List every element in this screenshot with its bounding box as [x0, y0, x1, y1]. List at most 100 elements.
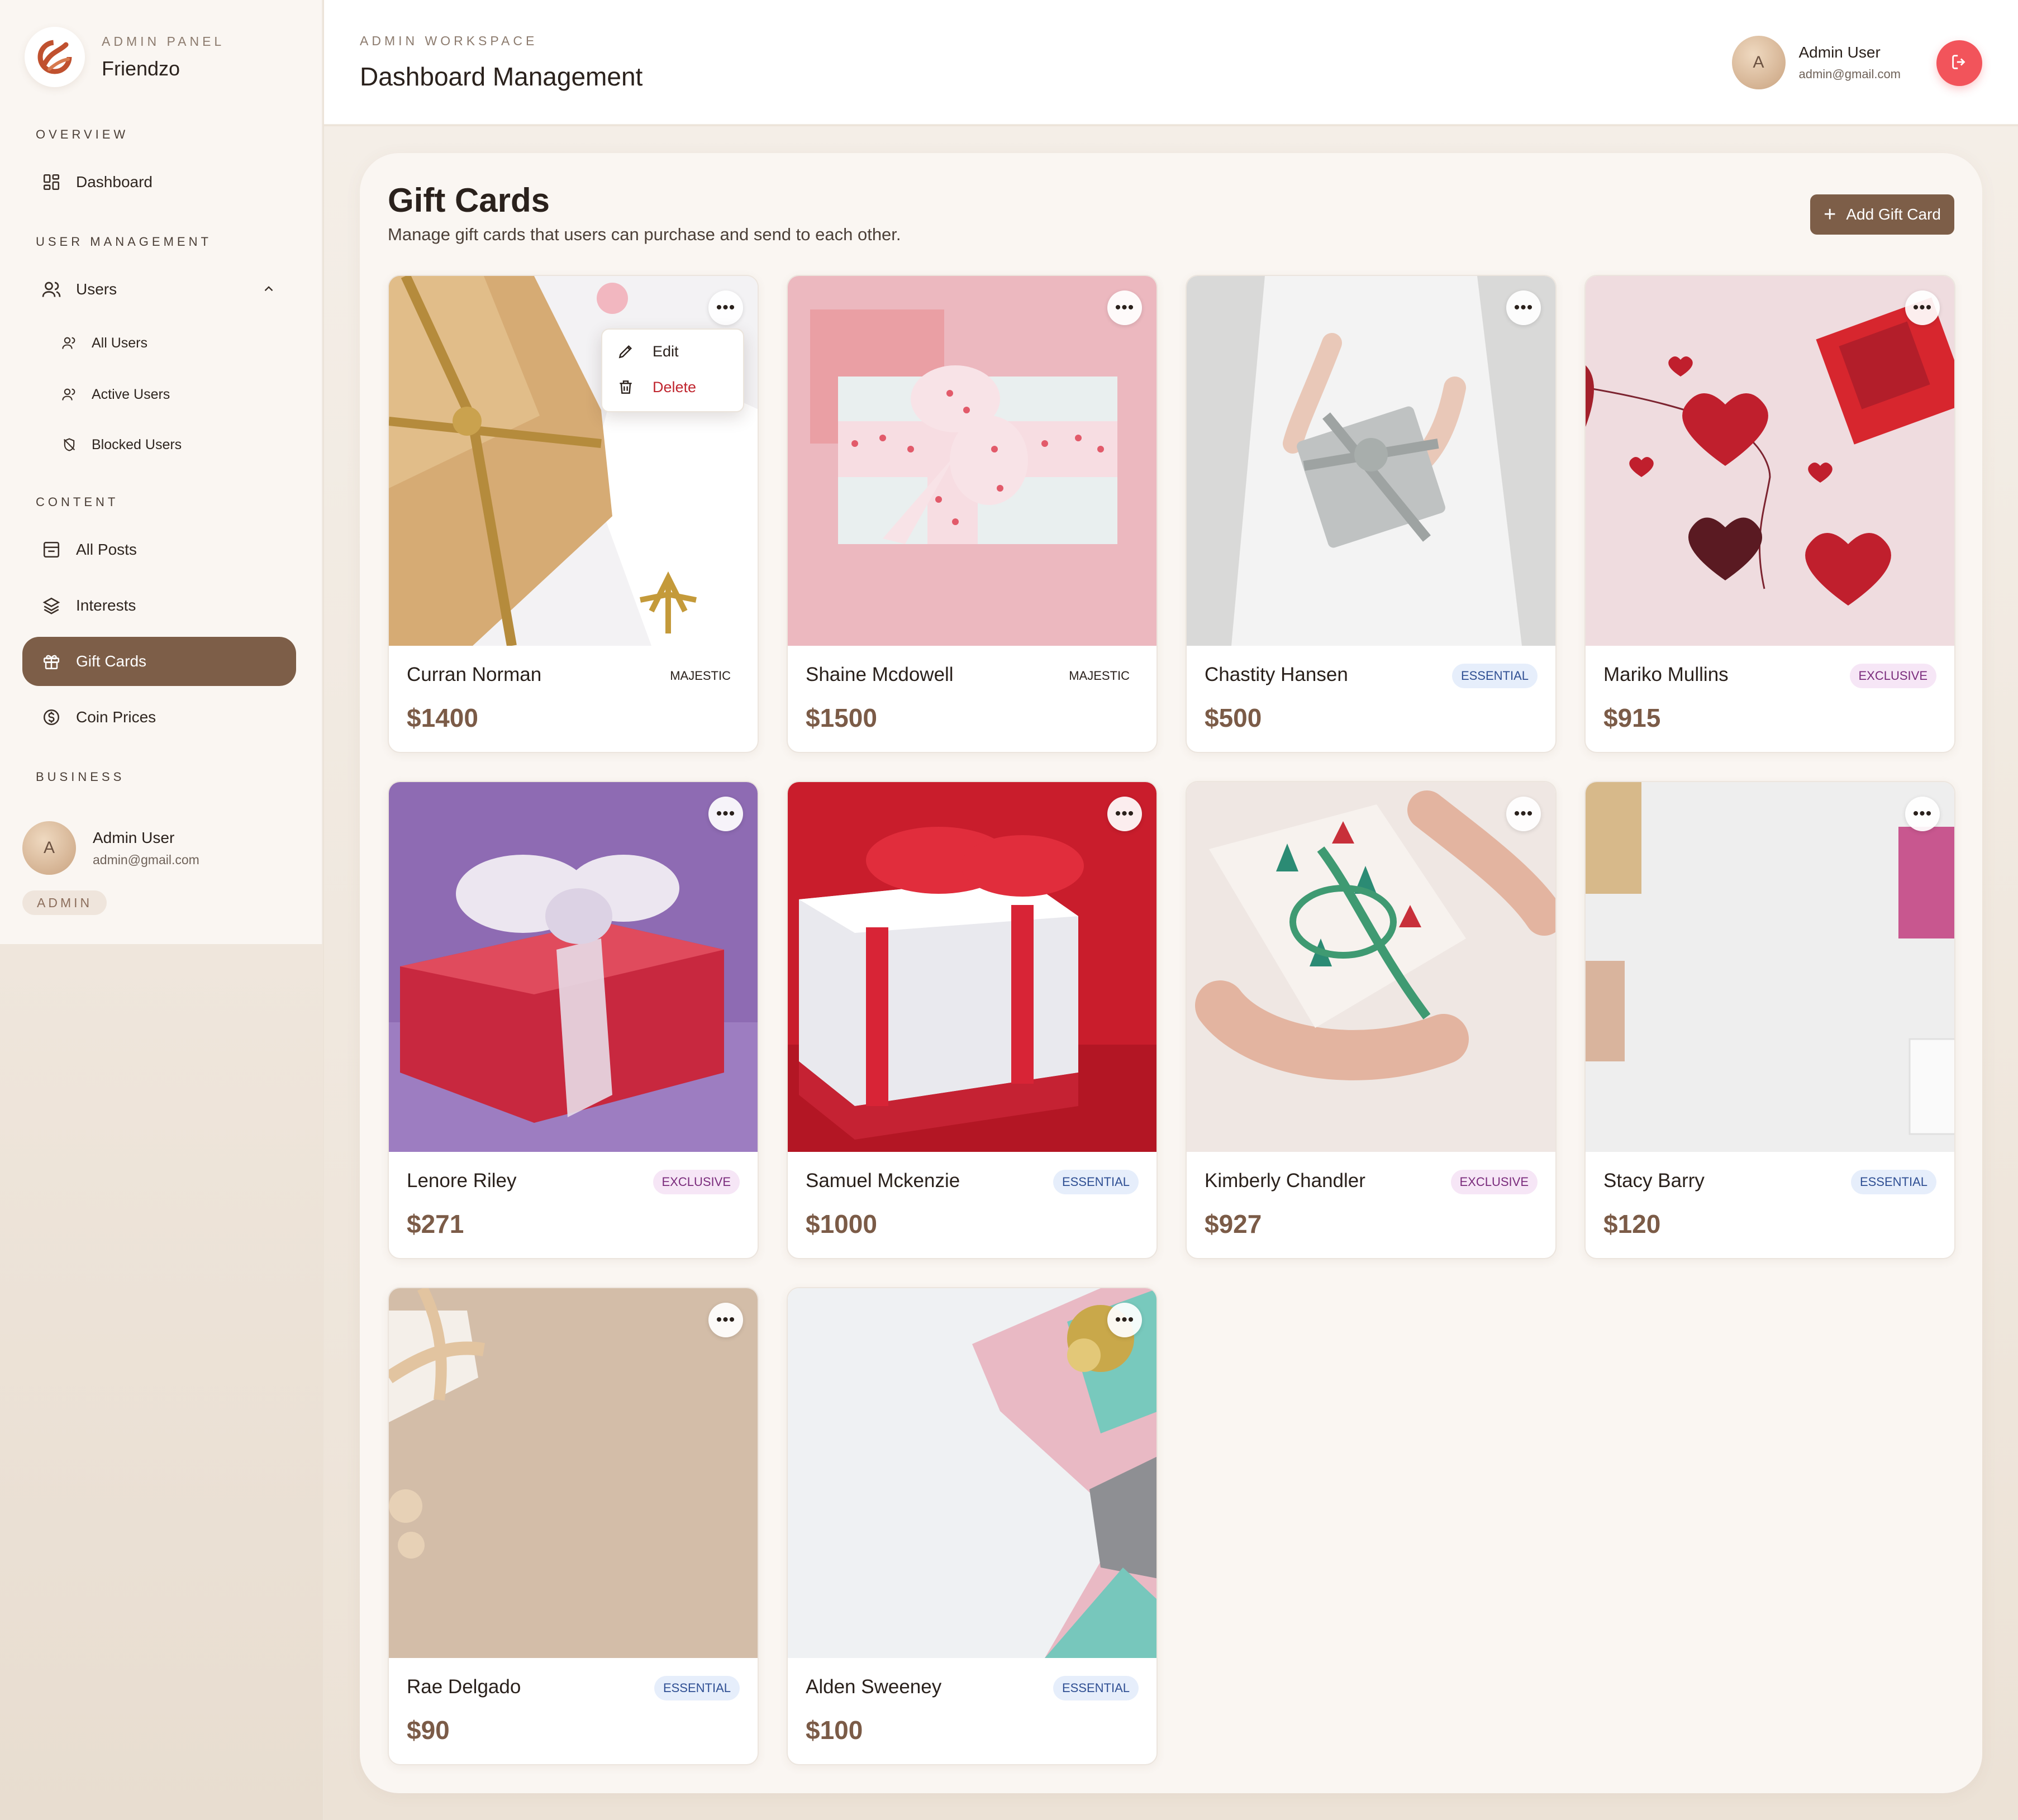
brand-kicker: ADMIN PANEL	[102, 34, 225, 49]
add-gift-card-button[interactable]: + Add Gift Card	[1810, 194, 1954, 235]
gift-card-image	[1586, 782, 1954, 1152]
gift-card[interactable]: ••• Samuel Mckenzie ESSENTIAL $1000	[787, 781, 1158, 1259]
tier-badge: EXCLUSIVE	[653, 1170, 740, 1194]
more-horizontal-icon[interactable]: •••	[1107, 290, 1142, 325]
section-overview: OVERVIEW	[36, 127, 129, 141]
gift-card-price: $500	[1205, 703, 1262, 732]
gift-card-name: Chastity Hansen	[1205, 664, 1348, 685]
user-email: admin@gmail.com	[93, 852, 199, 867]
tier-badge: MAJESTIC	[670, 669, 731, 683]
sidebar-item-gift-cards[interactable]: Gift Cards	[22, 637, 296, 686]
user-name: Admin User	[1798, 44, 1881, 61]
section-user-management: USER MANAGEMENT	[36, 235, 212, 249]
tier-badge: ESSENTIAL	[654, 1676, 740, 1700]
more-horizontal-icon[interactable]: •••	[708, 1303, 743, 1337]
gift-icon	[40, 650, 63, 673]
layers-icon	[40, 594, 63, 617]
chevron-up-icon[interactable]	[261, 282, 276, 300]
gift-card[interactable]: ••• Rae Delgado ESSENTIAL $90	[388, 1287, 759, 1765]
sidebar-item-active-users[interactable]: Active Users	[60, 378, 170, 411]
section-subtitle: Manage gift cards that users can purchas…	[388, 225, 901, 244]
logout-button[interactable]	[1936, 40, 1982, 86]
menu-item-label: Delete	[653, 378, 697, 396]
sidebar-user[interactable]: A Admin User admin@gmail.com	[22, 821, 199, 875]
gift-card-name: Curran Norman	[407, 664, 542, 685]
menu-item-edit[interactable]: Edit	[617, 337, 679, 365]
sidebar-item-users[interactable]: Users	[22, 265, 296, 314]
workspace-kicker: ADMIN WORKSPACE	[360, 34, 538, 48]
more-horizontal-icon[interactable]: •••	[708, 797, 743, 831]
gift-card-name: Mariko Mullins	[1603, 664, 1729, 685]
gift-card-name: Stacy Barry	[1603, 1170, 1705, 1192]
sidebar-item-label: Users	[76, 280, 117, 298]
tier-badge: EXCLUSIVE	[1849, 664, 1936, 688]
more-horizontal-icon[interactable]: •••	[1905, 290, 1940, 325]
brand[interactable]: ADMIN PANEL Friendzo	[25, 27, 225, 87]
header-user[interactable]: A Admin User admin@gmail.com	[1731, 36, 1901, 89]
tier-badge: MAJESTIC	[1069, 669, 1130, 683]
gift-card-image	[1586, 276, 1954, 646]
more-horizontal-icon[interactable]: •••	[708, 290, 743, 325]
tier-badge: ESSENTIAL	[1053, 1676, 1139, 1700]
sidebar-item-label: Coin Prices	[76, 708, 156, 726]
gift-card-image	[389, 1288, 758, 1658]
role-badge: ADMIN	[22, 890, 107, 915]
sidebar-bottom-area	[0, 944, 323, 1820]
sidebar-item-coin-prices[interactable]: Coin Prices	[22, 693, 296, 742]
gift-card-image	[788, 1288, 1156, 1658]
gift-card[interactable]: ••• Stacy Barry ESSENTIAL $120	[1584, 781, 1955, 1259]
shield-off-icon	[60, 436, 78, 454]
gift-card[interactable]: ••• Chastity Hansen ESSENTIAL $500	[1186, 275, 1557, 753]
gift-card-name: Shaine Mcdowell	[806, 664, 954, 685]
more-horizontal-icon[interactable]: •••	[1506, 797, 1541, 831]
friendzo-logo-icon	[25, 27, 85, 87]
menu-item-label: Edit	[653, 342, 679, 360]
sidebar-item-dashboard[interactable]: Dashboard	[22, 158, 296, 207]
page-title: Dashboard Management	[360, 62, 643, 91]
tier-badge: ESSENTIAL	[1451, 664, 1538, 688]
avatar: A	[22, 821, 76, 875]
dollar-circle-icon	[40, 706, 63, 728]
sidebar-item-label: All Posts	[76, 541, 137, 558]
trash-icon	[617, 378, 637, 396]
gift-card-price: $90	[407, 1716, 450, 1745]
section-business: BUSINESS	[36, 770, 125, 784]
tier-badge: ESSENTIAL	[1850, 1170, 1936, 1194]
gift-card[interactable]: ••• Shaine Mcdowell MAJESTIC $1500	[787, 275, 1158, 753]
gift-card[interactable]: ••• Alden Sweeney ESSENTIAL $100	[787, 1287, 1158, 1765]
tier-badge: EXCLUSIVE	[1450, 1170, 1538, 1194]
gift-card[interactable]: ••• Kimberly Chandler EXCLUSIVE $927	[1186, 781, 1557, 1259]
dashboard-icon	[40, 171, 63, 193]
brand-name: Friendzo	[102, 56, 180, 80]
gift-card-price: $271	[407, 1209, 464, 1238]
gift-card[interactable]: ••• Mariko Mullins EXCLUSIVE $915	[1584, 275, 1955, 753]
more-horizontal-icon[interactable]: •••	[1107, 797, 1142, 831]
more-horizontal-icon[interactable]: •••	[1905, 797, 1940, 831]
more-horizontal-icon[interactable]: •••	[1506, 290, 1541, 325]
card-action-menu: Edit Delete	[601, 328, 744, 412]
gift-card[interactable]: ••• Lenore Riley EXCLUSIVE $271	[388, 781, 759, 1259]
gift-card-name: Samuel Mckenzie	[806, 1170, 960, 1192]
gift-card-name: Kimberly Chandler	[1205, 1170, 1365, 1192]
gift-card-image	[788, 276, 1156, 646]
add-gift-card-label: Add Gift Card	[1846, 206, 1941, 223]
sidebar-item-interests[interactable]: Interests	[22, 581, 296, 630]
topbar: ADMIN WORKSPACE Dashboard Management A A…	[324, 0, 2018, 125]
gift-card-price: $1000	[806, 1209, 877, 1238]
sidebar-item-label: Interests	[76, 597, 136, 614]
sidebar-item-all-posts[interactable]: All Posts	[22, 525, 296, 574]
gift-card-price: $1500	[806, 703, 877, 732]
user-check-icon	[60, 385, 78, 403]
gift-card-price: $915	[1603, 703, 1661, 732]
sidebar-item-blocked-users[interactable]: Blocked Users	[60, 428, 182, 461]
sidebar: ADMIN PANEL Friendzo OVERVIEW Dashboard …	[0, 0, 323, 944]
more-horizontal-icon[interactable]: •••	[1107, 1303, 1142, 1337]
gift-card-image	[788, 782, 1156, 1152]
menu-item-delete[interactable]: Delete	[617, 373, 696, 401]
sidebar-item-label: Gift Cards	[76, 652, 147, 670]
logout-icon	[1950, 53, 1969, 74]
sidebar-item-label: All Users	[92, 335, 148, 351]
pencil-icon	[617, 342, 637, 360]
avatar: A	[1731, 36, 1786, 89]
sidebar-item-all-users[interactable]: All Users	[60, 326, 147, 360]
